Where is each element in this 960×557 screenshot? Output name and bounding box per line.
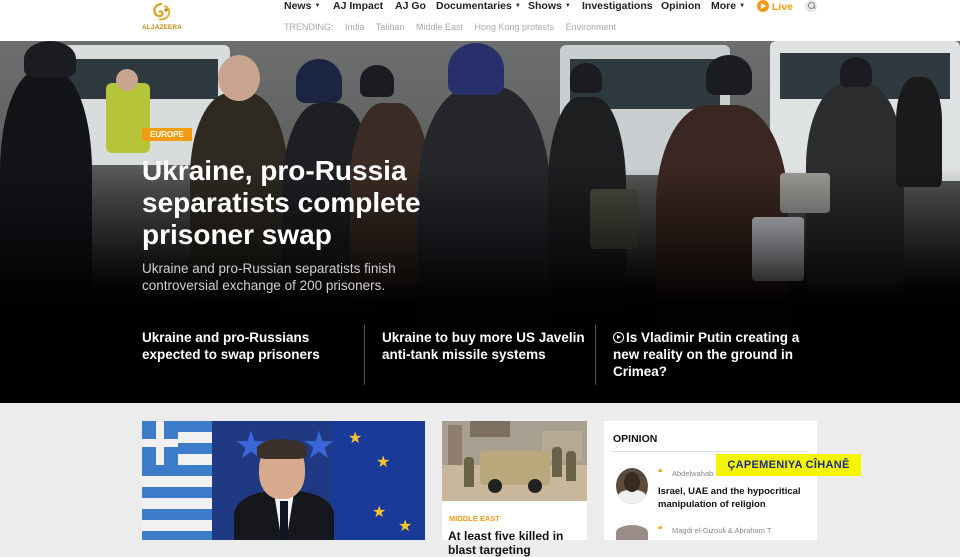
quote-icon: ❝ bbox=[658, 468, 663, 477]
chevron-down-icon: ▼ bbox=[314, 3, 321, 9]
quote-icon: ❝ bbox=[658, 525, 663, 534]
divider bbox=[595, 325, 596, 385]
chevron-down-icon: ▼ bbox=[739, 3, 746, 9]
nav-label: Investigations bbox=[582, 0, 653, 12]
nav-item-more[interactable]: More ▼ bbox=[711, 0, 745, 12]
category-tag-middle-east[interactable]: MIDDLE EAST bbox=[446, 513, 503, 524]
nav-label: Shows bbox=[528, 0, 562, 12]
trending-topic[interactable]: Middle East bbox=[416, 22, 463, 32]
star-icon: ★ bbox=[376, 454, 391, 471]
nav-label: Opinion bbox=[661, 0, 701, 12]
nav-item-live[interactable]: Live bbox=[757, 0, 793, 13]
nav-label: AJ Impact bbox=[333, 0, 384, 12]
story-photo-mitsotakis[interactable]: ★ ★ ★ ★ ★ ★ bbox=[142, 421, 425, 540]
related-story-2[interactable]: Ukraine to buy more US Javelin anti-tank… bbox=[382, 329, 587, 363]
story-headline[interactable]: At least five killed in blast targeting bbox=[448, 529, 583, 557]
site-header: ALJAZEERA News ▼ AJ Impact AJ Go Document… bbox=[0, 0, 960, 41]
logo-text: ALJAZEERA bbox=[142, 24, 182, 31]
star-icon: ★ bbox=[348, 430, 363, 447]
nav-item-aj-impact[interactable]: AJ Impact bbox=[333, 0, 383, 12]
opinion-author[interactable]: Abdelwahab bbox=[672, 469, 713, 478]
opinion-heading[interactable]: OPINION bbox=[613, 433, 657, 445]
wheel bbox=[488, 479, 502, 493]
search-icon[interactable] bbox=[805, 0, 817, 12]
opinion-title[interactable]: Israel, UAE and the hypocritical manipul… bbox=[658, 485, 808, 511]
trending-topic[interactable]: Hong Kong protests bbox=[474, 22, 554, 32]
nav-item-aj-go[interactable]: AJ Go bbox=[395, 0, 426, 12]
ruin bbox=[470, 421, 510, 437]
nav-label: AJ Go bbox=[395, 0, 426, 12]
star-icon: ★ bbox=[398, 518, 413, 535]
live-play-icon bbox=[757, 0, 769, 12]
divider bbox=[613, 451, 809, 452]
greek-flag-cross bbox=[142, 421, 178, 465]
trending-label: TRENDING: bbox=[284, 22, 334, 32]
soldier bbox=[464, 457, 474, 487]
story-card-middle-east[interactable]: MIDDLE EAST At least five killed in blas… bbox=[442, 421, 587, 557]
video-play-icon bbox=[613, 332, 624, 343]
author-avatar[interactable] bbox=[616, 525, 648, 540]
opinion-panel: OPINION ❝ Abdelwahab Israel, UAE and the… bbox=[604, 421, 817, 540]
channel-watermark: ÇAPEMENIYA CÎHANÊ bbox=[716, 454, 861, 476]
nav-item-shows[interactable]: Shows ▼ bbox=[528, 0, 571, 12]
nav-item-investigations[interactable]: Investigations bbox=[582, 0, 653, 12]
nav-item-documentaries[interactable]: Documentaries ▼ bbox=[436, 0, 521, 12]
chevron-down-icon: ▼ bbox=[514, 3, 521, 9]
nav-label: Documentaries bbox=[436, 0, 512, 12]
tie bbox=[280, 501, 288, 540]
nav-item-news[interactable]: News ▼ bbox=[284, 0, 320, 12]
trending-topic[interactable]: Environment bbox=[566, 22, 617, 32]
soldier bbox=[552, 447, 562, 477]
hero-section[interactable]: EUROPE Ukraine, pro-Russia separatists c… bbox=[0, 41, 960, 403]
category-tag-europe[interactable]: EUROPE bbox=[142, 128, 192, 141]
related-story-3-title: Is Vladimir Putin creating a new reality… bbox=[613, 330, 800, 379]
opinion-author[interactable]: Magdi el-Gizouli & Abraham T bbox=[672, 526, 772, 535]
live-label: Live bbox=[772, 1, 794, 13]
nav-label: News bbox=[284, 0, 312, 12]
nav-label: More bbox=[711, 0, 737, 12]
chevron-down-icon: ▼ bbox=[564, 3, 571, 9]
author-avatar[interactable] bbox=[616, 468, 648, 504]
nav-item-opinion[interactable]: Opinion bbox=[661, 0, 701, 12]
related-story-1[interactable]: Ukraine and pro-Russians expected to swa… bbox=[142, 329, 347, 363]
wheel bbox=[528, 479, 542, 493]
story-photo-middle-east bbox=[442, 421, 587, 501]
soldier bbox=[566, 451, 576, 481]
hero-summary: Ukraine and pro-Russian separatists fini… bbox=[142, 261, 396, 293]
aljazeera-logo[interactable]: ALJAZEERA bbox=[142, 2, 182, 34]
star-icon: ★ bbox=[372, 504, 387, 521]
trending-topic[interactable]: Taliban bbox=[376, 22, 405, 32]
hero-headline[interactable]: Ukraine, pro-Russia separatists complete… bbox=[142, 155, 472, 251]
hair bbox=[257, 439, 307, 459]
trending-bar: TRENDING: India Taliban Middle East Hong… bbox=[284, 22, 625, 32]
trending-topic[interactable]: India bbox=[345, 22, 365, 32]
related-story-3[interactable]: Is Vladimir Putin creating a new reality… bbox=[613, 329, 818, 380]
star-icon: ★ bbox=[302, 425, 337, 467]
divider bbox=[364, 325, 365, 385]
aljazeera-logo-icon bbox=[153, 2, 171, 21]
